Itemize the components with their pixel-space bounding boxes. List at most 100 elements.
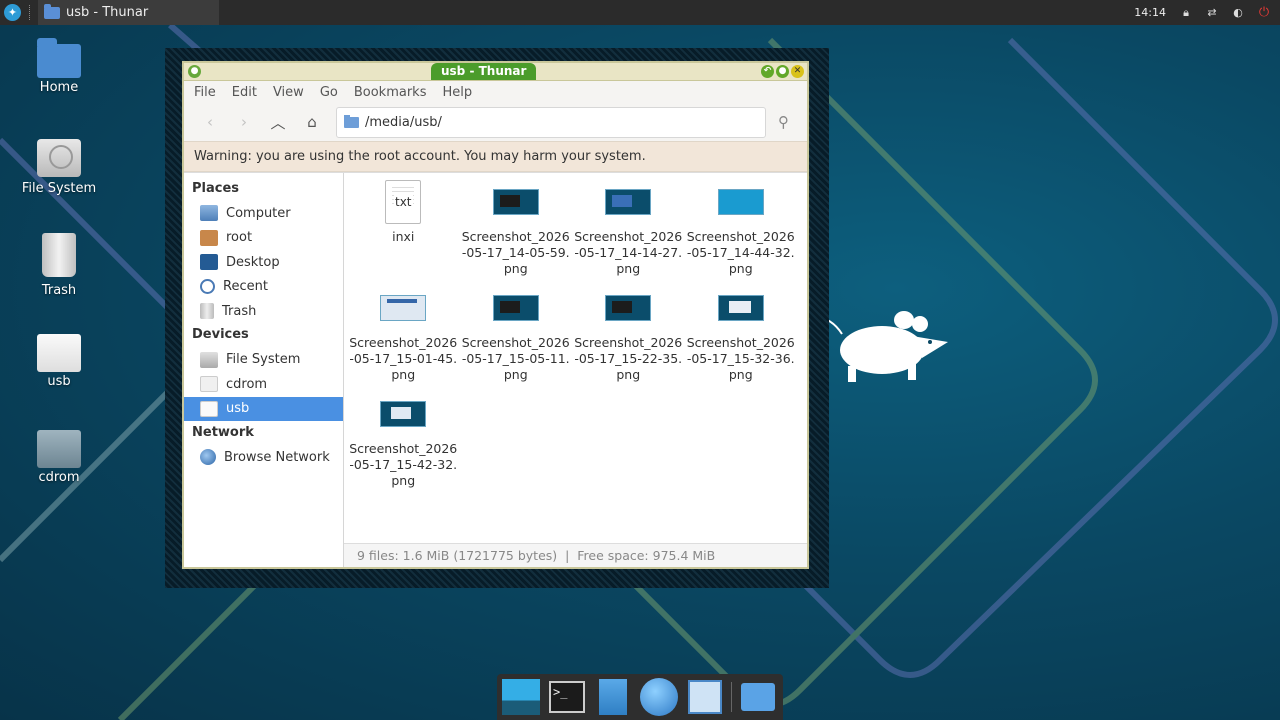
sidebar-item-label: Desktop	[226, 254, 280, 270]
hard-drive-icon	[37, 139, 81, 177]
location-bar[interactable]: /media/usb/	[336, 106, 766, 138]
location-path: /media/usb/	[365, 114, 442, 130]
file-name-line: png	[616, 367, 641, 382]
places-heading: Places	[192, 180, 240, 196]
maximize-button[interactable]: ●	[776, 65, 789, 78]
computer-icon	[200, 205, 218, 222]
desktop-icon-home[interactable]: Home	[14, 38, 104, 95]
file-item[interactable]: Screenshot_2026 -05-17_15-22-35. png	[572, 283, 685, 389]
sidebar-item-label: root	[226, 230, 253, 246]
sidebar-item-file-system[interactable]: File System	[184, 348, 343, 373]
file-name-line: -05-17_14-44-32.	[686, 245, 795, 260]
sidebar-item-browse-network[interactable]: Browse Network	[184, 445, 343, 470]
image-thumbnail-icon	[717, 295, 764, 321]
file-item[interactable]: Screenshot_2026 -05-17_14-44-32. png	[685, 177, 798, 283]
file-name-line: Screenshot_2026	[686, 229, 795, 244]
file-name-line: png	[391, 367, 416, 382]
desktop-icon	[200, 254, 218, 271]
file-manager-icon	[599, 679, 627, 715]
sidebar-item-recent[interactable]: Recent	[184, 275, 343, 300]
window-menu-icon[interactable]: ●	[188, 65, 201, 78]
sidebar-item-cdrom[interactable]: cdrom	[184, 372, 343, 397]
home-icon	[200, 229, 218, 246]
image-thumbnail-icon	[380, 295, 427, 321]
top-panel: ✦ usb - Thunar 14:14 🔒︎ ⇄ ◐ ⏻	[0, 0, 1280, 25]
file-name-line: png	[728, 261, 753, 276]
menu-file[interactable]: File	[194, 85, 216, 100]
dock-item-terminal[interactable]: >_	[547, 677, 587, 717]
hard-drive-icon	[200, 351, 218, 368]
file-item[interactable]: txt inxi	[347, 177, 460, 283]
network-icon[interactable]: ⇄	[1206, 6, 1218, 19]
cdrom-drive-icon	[37, 430, 81, 468]
close-button[interactable]: ✕	[791, 65, 804, 78]
menu-bookmarks[interactable]: Bookmarks	[354, 85, 427, 100]
file-name-line: Screenshot_2026	[349, 335, 458, 350]
file-item[interactable]: Screenshot_2026 -05-17_14-14-27. png	[572, 177, 685, 283]
content-area: Places Computer root Desktop Recent Tras…	[184, 172, 807, 567]
search-button[interactable]: ⚲	[778, 113, 789, 131]
devices-heading: Devices	[192, 327, 249, 342]
dock-item-web-browser[interactable]	[639, 677, 679, 717]
power-icon[interactable]: ⏻	[1258, 5, 1270, 20]
window-title: usb - Thunar	[431, 63, 537, 80]
file-item[interactable]: Screenshot_2026 -05-17_15-32-36. png	[685, 283, 798, 389]
image-thumbnail-icon	[605, 295, 652, 321]
menu-view[interactable]: View	[273, 85, 304, 100]
dock-item-app-finder[interactable]	[685, 677, 725, 717]
sidebar-item-desktop[interactable]: Desktop	[184, 250, 343, 275]
menu-help[interactable]: Help	[442, 85, 472, 100]
image-thumbnail-icon	[717, 189, 764, 215]
title-bar[interactable]: ● usb - Thunar ↶ ● ✕	[184, 63, 807, 81]
sidebar-item-root[interactable]: root	[184, 226, 343, 251]
file-name-line: Screenshot_2026	[461, 335, 570, 350]
file-name-line: png	[391, 473, 416, 488]
desktop-icon-cdrom[interactable]: cdrom	[14, 426, 104, 485]
sidebar-item-trash[interactable]: Trash	[184, 299, 343, 324]
toolbar: ‹ › ︿ ⌂ /media/usb/ ⚲	[184, 103, 807, 141]
home-folder-icon	[37, 38, 81, 78]
file-item[interactable]: Screenshot_2026 -05-17_15-42-32. png	[347, 389, 460, 495]
home-button[interactable]: ⌂	[300, 110, 324, 134]
back-button[interactable]: ‹	[198, 110, 222, 134]
dock-item-file-manager[interactable]	[593, 677, 633, 717]
sidebar-item-usb[interactable]: usb	[184, 396, 343, 421]
forward-button[interactable]: ›	[232, 110, 256, 134]
file-name-line: -05-17_15-42-32.	[349, 457, 458, 472]
folder-icon	[44, 3, 60, 19]
home-icon: ⌂	[307, 113, 317, 131]
panel-tray: 14:14 🔒︎ ⇄ ◐ ⏻	[1134, 5, 1280, 20]
file-item[interactable]: Screenshot_2026 -05-17_15-01-45. png	[347, 283, 460, 389]
file-name-line: -05-17_14-05-59.	[461, 245, 570, 260]
menu-go[interactable]: Go	[320, 85, 338, 100]
file-name-line: Screenshot_2026	[574, 335, 683, 350]
file-item[interactable]: Screenshot_2026 -05-17_14-05-59. png	[460, 177, 573, 283]
desktop-icon-trash[interactable]: Trash	[14, 233, 104, 298]
window-controls: ↶ ● ✕	[761, 65, 804, 78]
dock-item-show-desktop[interactable]	[501, 677, 541, 717]
sidebar-item-label: usb	[226, 401, 250, 417]
file-name-line: -05-17_15-32-36.	[686, 351, 795, 366]
file-name-line: -05-17_15-22-35.	[574, 351, 683, 366]
file-item[interactable]: Screenshot_2026 -05-17_15-05-11. png	[460, 283, 573, 389]
desktop-icon-file-system[interactable]: File System	[14, 137, 104, 196]
parent-folder-button[interactable]: ︿	[266, 110, 290, 134]
taskbar-button-thunar[interactable]: usb - Thunar	[38, 0, 219, 25]
whisker-menu-icon[interactable]: ✦	[4, 4, 21, 21]
dock-item-folder[interactable]	[738, 677, 778, 717]
desktop-icon-usb[interactable]: usb	[14, 330, 104, 389]
sidebar-item-computer[interactable]: Computer	[184, 201, 343, 226]
sidebar-item-label: Computer	[226, 205, 291, 221]
desktop-icon-label: File System	[21, 181, 97, 196]
file-name-line: Screenshot_2026	[574, 229, 683, 244]
status-bar: 9 files: 1.6 MiB (1721775 bytes) | Free …	[344, 543, 807, 567]
trash-icon	[42, 233, 76, 277]
lock-icon[interactable]: 🔒︎	[1180, 6, 1192, 19]
notification-icon[interactable]: ◐	[1232, 6, 1244, 19]
image-thumbnail-icon	[492, 189, 539, 215]
clock[interactable]: 14:14	[1134, 6, 1166, 19]
network-heading: Network	[192, 424, 254, 440]
minimize-button[interactable]: ↶	[761, 65, 774, 78]
file-type-label: txt	[393, 194, 413, 210]
menu-edit[interactable]: Edit	[232, 85, 257, 100]
